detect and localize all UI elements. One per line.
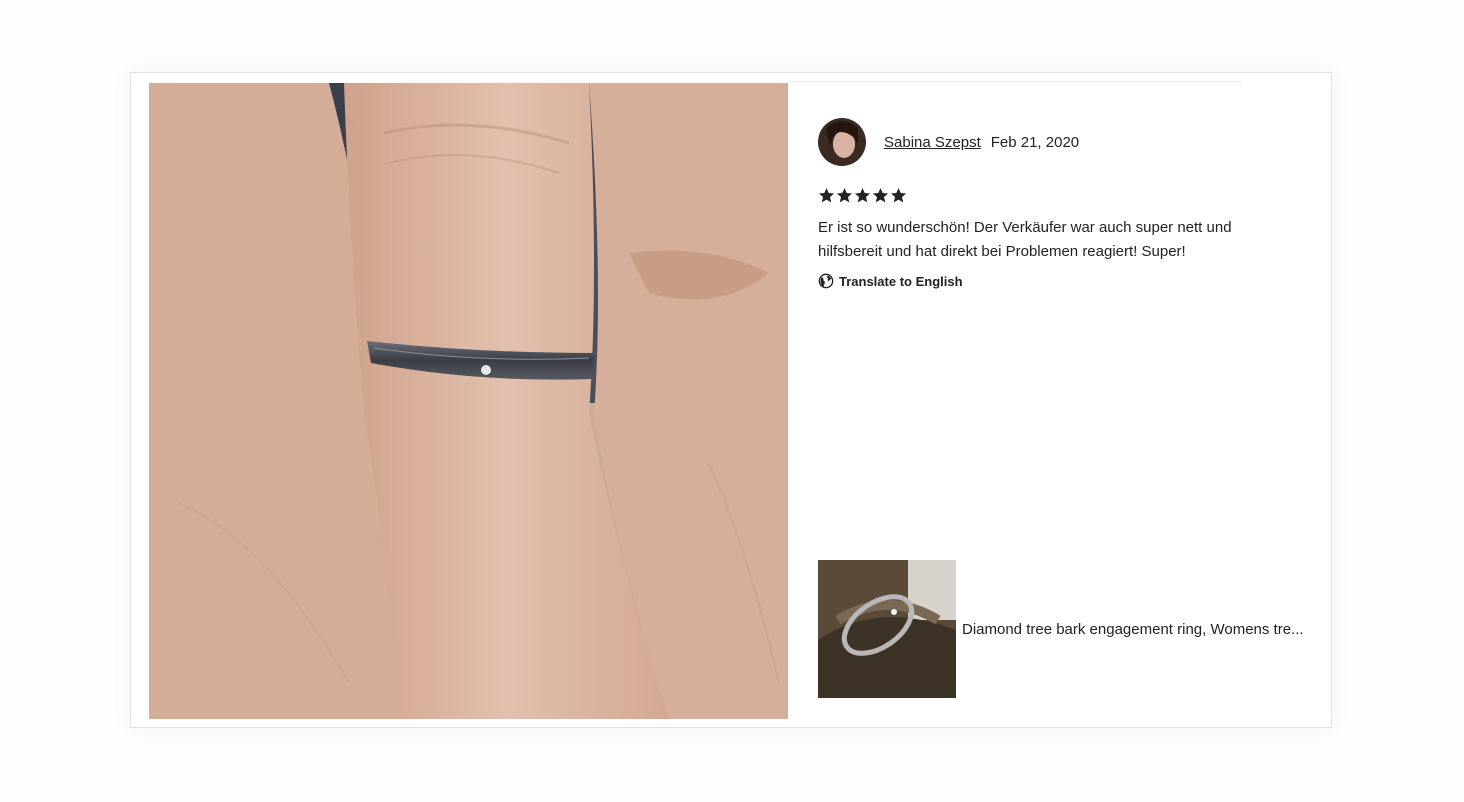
star-icon xyxy=(872,188,889,203)
star-rating xyxy=(818,187,1318,209)
star-icon xyxy=(836,188,853,203)
translate-button[interactable]: Translate to English xyxy=(818,273,1318,289)
star-icon xyxy=(818,188,835,203)
star-icon xyxy=(854,188,871,203)
listing-thumbnail[interactable] xyxy=(818,560,956,698)
star-icon xyxy=(890,188,907,203)
review-panel: Sabina Szepst Feb 21, 2020 Er ist so wun… xyxy=(818,117,1318,289)
translate-label: Translate to English xyxy=(839,273,963,289)
review-date: Feb 21, 2020 xyxy=(990,133,1080,151)
reviewer-row: Sabina Szepst Feb 21, 2020 xyxy=(818,117,1318,167)
listing-link[interactable]: Diamond tree bark engagement ring, Women… xyxy=(818,560,1318,698)
review-text: Er ist so wunderschön! Der Verkäufer war… xyxy=(818,219,1232,260)
globe-icon xyxy=(818,273,834,289)
review-photo-modal: Sabina Szepst Feb 21, 2020 Er ist so wun… xyxy=(130,72,1332,728)
avatar[interactable] xyxy=(818,118,866,166)
divider xyxy=(788,81,1243,82)
reviewer-name-link[interactable]: Sabina Szepst xyxy=(884,134,981,151)
listing-title[interactable]: Diamond tree bark engagement ring, Women… xyxy=(962,621,1307,638)
review-photo xyxy=(149,83,788,719)
